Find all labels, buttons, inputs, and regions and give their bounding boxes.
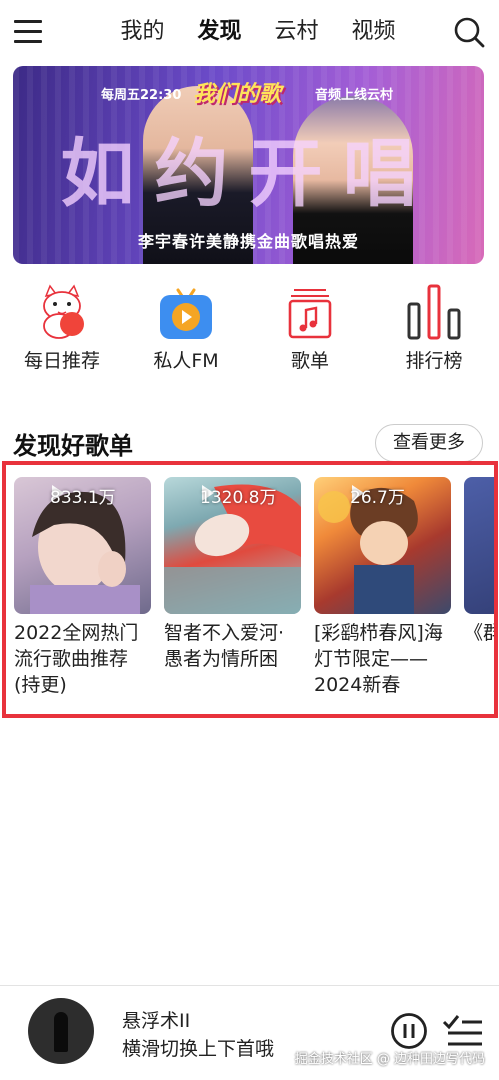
play-count: 26.7万	[350, 488, 405, 508]
tab-discover[interactable]: 发现	[181, 14, 258, 50]
play-count: 1320.8万	[200, 488, 277, 508]
playlist-name: 智者不入爱河·愚者为情所困	[164, 622, 285, 670]
top-tabs: 我的 发现 云村 视频	[104, 14, 412, 50]
watermark: 掘金技术社区 @ 边种田边写代码	[294, 1052, 485, 1067]
lucky-cat-icon	[43, 284, 84, 339]
song-title: 悬浮术II	[122, 1010, 191, 1032]
entry-charts[interactable]: 排行榜	[379, 278, 489, 378]
playlist-cover: 26.7万	[314, 477, 451, 614]
bar-chart-icon	[407, 284, 461, 340]
playlist-queue-icon[interactable]	[442, 1012, 484, 1048]
album-disc[interactable]	[28, 998, 94, 1064]
playlist-card[interactable]: 26.7万 [彩鹞栉春风]海灯节限定——2024新春	[314, 477, 451, 698]
playlist-card[interactable]: 1320.8万 智者不入爱河·愚者为情所困	[164, 477, 301, 672]
tab-cloud-village[interactable]: 云村	[258, 14, 335, 50]
pause-icon[interactable]	[390, 1012, 428, 1050]
swipe-hint: 横滑切换上下首哦	[122, 1038, 275, 1060]
tab-video[interactable]: 视频	[335, 14, 412, 50]
playlist-name: [彩鹞栉春风]海灯节限定——2024新春	[314, 622, 443, 696]
banner-schedule: 每周五22:30	[101, 88, 182, 103]
tab-mine[interactable]: 我的	[104, 14, 181, 50]
playlist-card[interactable]: 《群录	[464, 477, 494, 646]
playlist-cover: 833.1万	[14, 477, 151, 614]
banner-headline: 如约开唱	[60, 131, 437, 217]
promo-banner[interactable]: 如约开唱 每周五22:30 我们的歌 音频上线云村 李宇春许美静携金曲歌唱热爱	[13, 66, 484, 264]
play-count: 833.1万	[50, 488, 116, 508]
playlist-cover: 1320.8万	[164, 477, 301, 614]
playlist-cover	[464, 477, 494, 614]
menu-icon[interactable]	[14, 18, 44, 46]
playlist-carousel[interactable]: 833.1万 2022全网热门流行歌曲推荐(持更) 1320.8万 智者不入爱河…	[2, 461, 498, 718]
entry-playlist[interactable]: 歌单	[255, 278, 365, 378]
entry-playlist-label: 歌单	[290, 350, 329, 372]
top-nav: 我的 发现 云村 视频	[0, 0, 499, 64]
playlist-name: 2022全网热门流行歌曲推荐(持更)	[14, 622, 139, 696]
banner-subtitle: 李宇春许美静携金曲歌唱热爱	[137, 232, 359, 251]
banner-show-logo: 我们的歌	[193, 82, 282, 107]
banner-online-text: 音频上线云村	[315, 88, 394, 103]
quick-entries: 每日推荐 私人FM 歌单 排行榜	[0, 278, 499, 378]
entry-personal-fm[interactable]: 私人FM	[131, 278, 241, 378]
playlist-name: 《群录	[464, 622, 494, 644]
mini-player[interactable]: 悬浮术II 横滑切换上下首哦 掘金技术社区 @ 边种田边写代码	[0, 985, 499, 1080]
entry-personal-fm-label: 私人FM	[153, 350, 219, 372]
view-more-button[interactable]: 查看更多	[375, 424, 483, 462]
section-title: 发现好歌单	[13, 432, 133, 460]
tv-play-icon	[160, 288, 212, 339]
entry-daily-recommend[interactable]: 每日推荐	[7, 278, 117, 378]
search-icon[interactable]	[453, 16, 485, 48]
playlist-card[interactable]: 833.1万 2022全网热门流行歌曲推荐(持更)	[14, 477, 151, 698]
entry-daily-recommend-label: 每日推荐	[23, 350, 100, 372]
music-note-icon	[288, 289, 332, 339]
entry-charts-label: 排行榜	[405, 350, 463, 372]
